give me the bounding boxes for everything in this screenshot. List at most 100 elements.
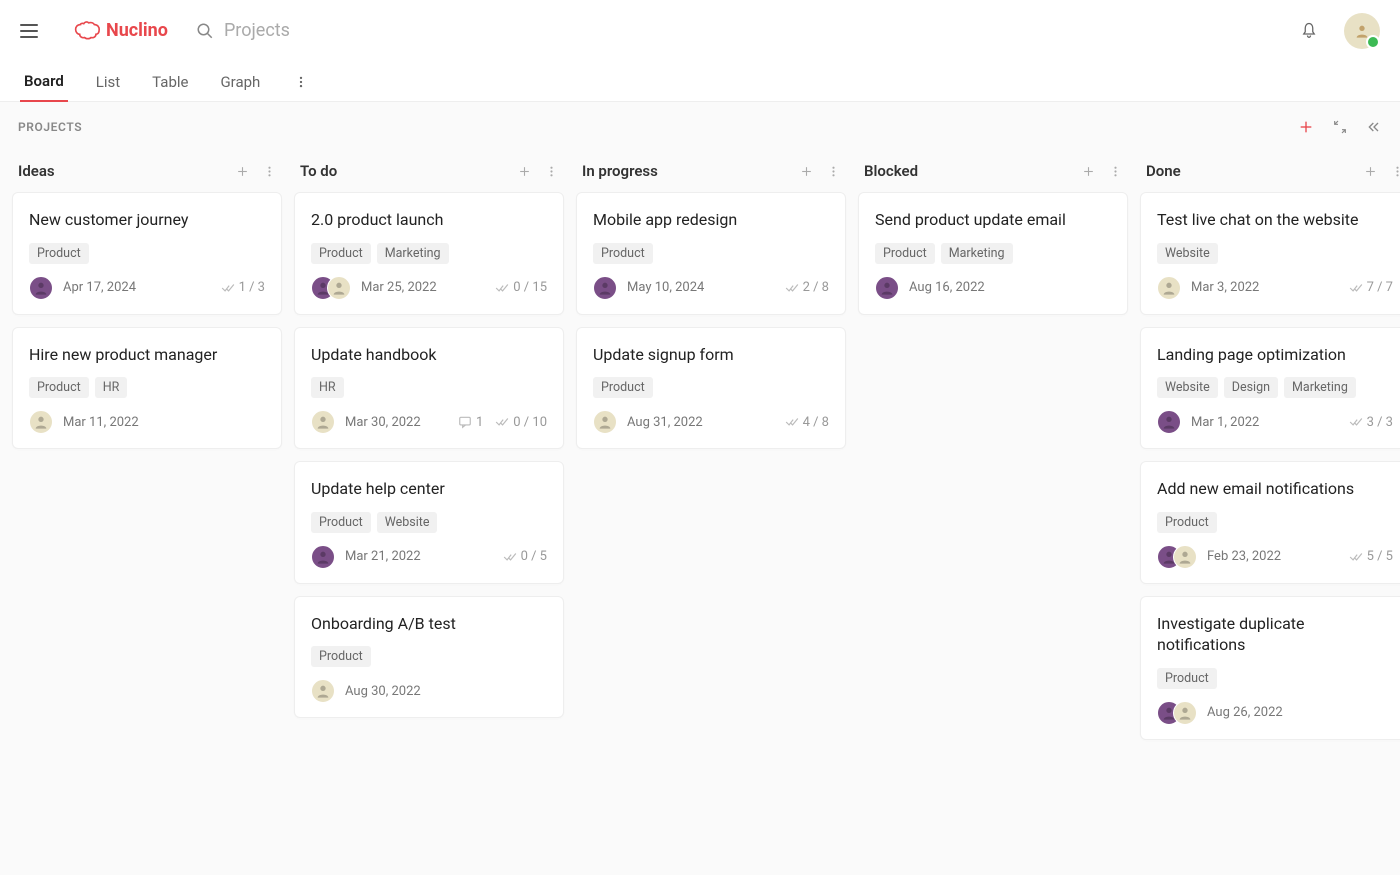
search-placeholder: Projects [224, 20, 290, 41]
checklist-count: 0 / 15 [495, 280, 547, 295]
tag: Marketing [377, 243, 449, 264]
checklist-count: 0 / 5 [503, 549, 547, 564]
column-blocked: BlockedSend product update emailProductM… [858, 156, 1128, 855]
tab-table[interactable]: Table [148, 63, 192, 101]
card-date: Mar 11, 2022 [63, 415, 139, 430]
avatar [1173, 545, 1197, 569]
card[interactable]: Send product update emailProductMarketin… [858, 192, 1128, 315]
card[interactable]: Update signup formProductAug 31, 20224 /… [576, 327, 846, 450]
card-date: Mar 30, 2022 [345, 415, 421, 430]
checklist-count: 0 / 10 [495, 415, 547, 430]
checklist-icon [1349, 415, 1363, 429]
logo[interactable]: Nuclino [74, 20, 168, 41]
card[interactable]: Investigate duplicate notificationsProdu… [1140, 596, 1400, 740]
avatar [29, 410, 53, 434]
column-header: To do [294, 156, 564, 192]
avatar [327, 276, 351, 300]
card[interactable]: Landing page optimizationWebsiteDesignMa… [1140, 327, 1400, 450]
assignees [1157, 701, 1197, 725]
card[interactable]: Update handbookHRMar 30, 202210 / 10 [294, 327, 564, 450]
checklist-icon [221, 281, 235, 295]
column-menu-icon[interactable] [263, 165, 276, 178]
tab-graph[interactable]: Graph [216, 63, 264, 101]
card[interactable]: Update help centerProductWebsiteMar 21, … [294, 461, 564, 584]
card-tags: Product [311, 646, 547, 667]
chevron-left-double-icon[interactable] [1366, 119, 1382, 135]
column-menu-icon[interactable] [1391, 165, 1400, 178]
add-card-icon[interactable] [236, 165, 249, 178]
user-avatar[interactable] [1344, 13, 1380, 49]
tab-list[interactable]: List [92, 63, 124, 101]
assignees [29, 276, 53, 300]
card[interactable]: Hire new product managerProductHRMar 11,… [12, 327, 282, 450]
board-actions [1298, 119, 1382, 135]
add-item-icon[interactable] [1298, 119, 1314, 135]
card-footer: Mar 21, 20220 / 5 [311, 545, 547, 569]
card-title: Update handbook [311, 344, 547, 366]
menu-toggle[interactable] [20, 19, 44, 43]
card-footer: Mar 25, 2022 0 / 15 [311, 276, 547, 300]
avatar [593, 410, 617, 434]
tag: Product [593, 243, 653, 264]
card-date: Aug 26, 2022 [1207, 705, 1283, 720]
card-tags: WebsiteDesignMarketing [1157, 377, 1393, 398]
add-card-icon[interactable] [1082, 165, 1095, 178]
card-tags: Product Marketing [311, 243, 547, 264]
column-menu-icon[interactable] [545, 165, 558, 178]
card-footer: Aug 26, 2022 [1157, 701, 1393, 725]
tag: Website [377, 512, 438, 533]
card[interactable]: 2.0 product launchProductMarketingMar 25… [294, 192, 564, 315]
tag: Product [311, 243, 371, 264]
tag: Product [875, 243, 935, 264]
avatar [875, 276, 899, 300]
collapse-icon[interactable] [1332, 119, 1348, 135]
assignees [29, 410, 53, 434]
card-title: Update signup form [593, 344, 829, 366]
column-title: To do [300, 162, 337, 180]
topbar: Nuclino Projects [0, 0, 1400, 62]
card[interactable]: Mobile app redesignProductMay 10, 20242 … [576, 192, 846, 315]
card[interactable]: Onboarding A/B testProductAug 30, 2022 [294, 596, 564, 719]
assignees [311, 276, 351, 300]
add-card-icon[interactable] [518, 165, 531, 178]
column-title: Ideas [18, 162, 55, 180]
card-footer: May 10, 20242 / 8 [593, 276, 829, 300]
column-title: In progress [582, 162, 658, 180]
card-tags: ProductHR [29, 377, 265, 398]
card[interactable]: Add new email notificationsProductFeb 23… [1140, 461, 1400, 584]
column-header: Done [1140, 156, 1400, 192]
column-menu-icon[interactable] [827, 165, 840, 178]
card-tags: Website [1157, 243, 1393, 264]
checklist-icon [503, 550, 517, 564]
tab-more-icon[interactable] [288, 69, 314, 95]
card-date: Mar 3, 2022 [1191, 280, 1259, 295]
checklist-count: 2 / 8 [785, 280, 829, 295]
tab-board[interactable]: Board [20, 62, 68, 102]
checklist-icon [1349, 550, 1363, 564]
card-date: Aug 30, 2022 [345, 684, 421, 699]
card-date: Aug 16, 2022 [909, 280, 985, 295]
notifications-icon[interactable] [1300, 22, 1318, 40]
card[interactable]: Test live chat on the websiteWebsiteMar … [1140, 192, 1400, 315]
assignees [311, 545, 335, 569]
tag: HR [95, 377, 128, 398]
checklist-count: 7 / 7 [1349, 280, 1393, 295]
avatar [311, 545, 335, 569]
board-title: PROJECTS [18, 120, 82, 134]
add-card-icon[interactable] [800, 165, 813, 178]
checklist-icon [495, 415, 509, 429]
search-input[interactable]: Projects [196, 20, 1300, 41]
assignees [1157, 410, 1181, 434]
add-card-icon[interactable] [1364, 165, 1377, 178]
card-title: Add new email notifications [1157, 478, 1393, 500]
card-date: Mar 25, 2022 [361, 280, 437, 295]
assignees [311, 410, 335, 434]
avatar [311, 410, 335, 434]
card-footer: Feb 23, 20225 / 5 [1157, 545, 1393, 569]
column-header: Blocked [858, 156, 1128, 192]
card[interactable]: New customer journeyProductApr 17, 20241… [12, 192, 282, 315]
avatar [29, 276, 53, 300]
column-header: Ideas [12, 156, 282, 192]
assignees [593, 410, 617, 434]
column-menu-icon[interactable] [1109, 165, 1122, 178]
